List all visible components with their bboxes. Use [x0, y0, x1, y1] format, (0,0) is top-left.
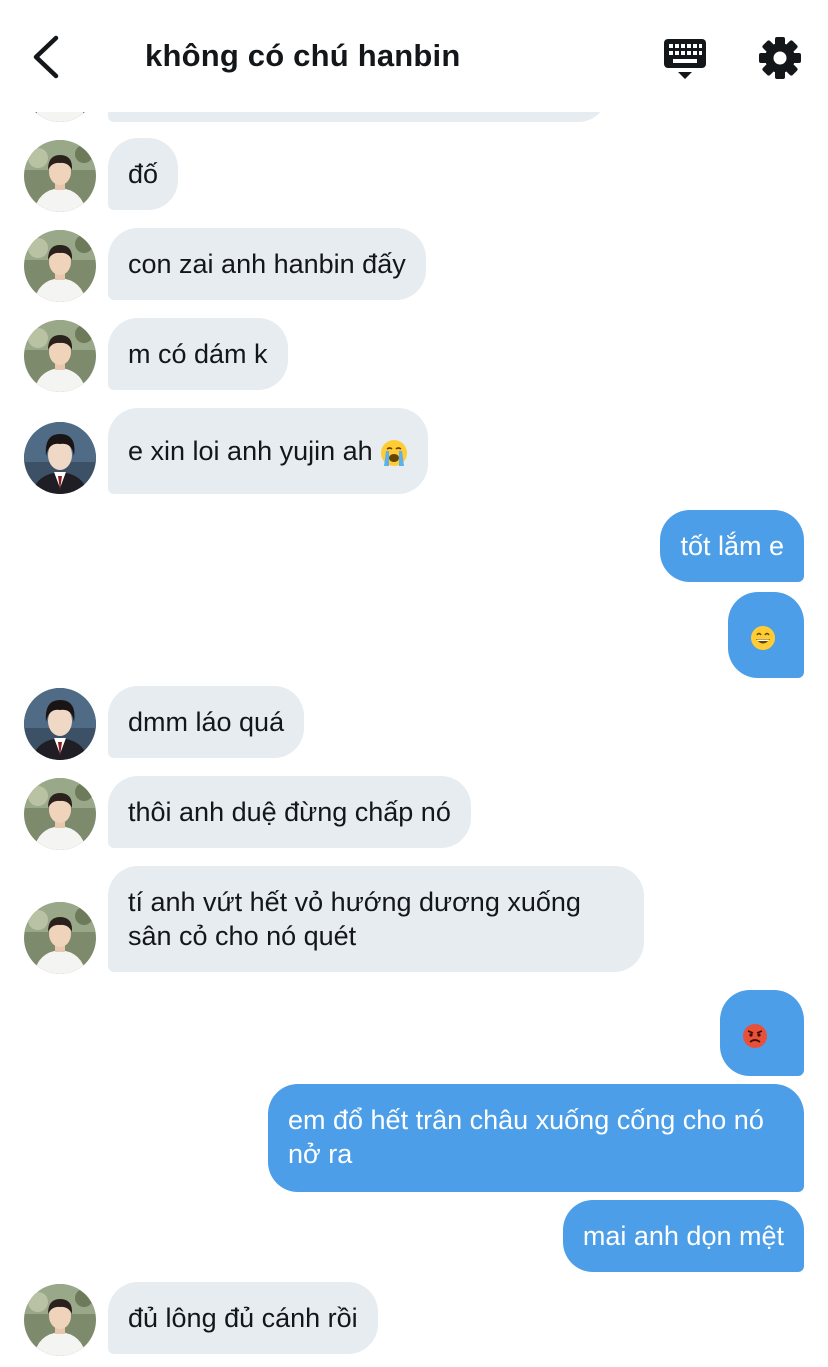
message-bubble[interactable]: em đổ hết trân châu xuống cống cho nó nở…: [268, 1084, 804, 1192]
message-text: đủ lông đủ cánh rồi: [128, 1303, 358, 1333]
message-text: mai anh dọn mệt: [582, 1221, 784, 1251]
chat-header: không có chú hanbin: [0, 0, 828, 112]
message-text: con zai anh hanbin đấy: [128, 249, 406, 279]
avatar[interactable]: [24, 422, 96, 494]
conversation-title: không có chú hanbin: [145, 38, 461, 73]
message-bubble[interactable]: thôi anh duệ đừng chấp nó: [108, 776, 471, 848]
avatar[interactable]: [24, 230, 96, 302]
message-bubble[interactable]: đủ lông đủ cánh rồi: [108, 1282, 378, 1354]
keyboard-button[interactable]: [662, 38, 708, 80]
keyboard-icon: [664, 39, 706, 79]
gear-icon: [759, 37, 801, 79]
chevron-left-icon: [33, 35, 59, 79]
message-bubble[interactable]: [720, 990, 804, 1076]
message-text: thôi anh duệ đừng chấp nó: [128, 797, 451, 827]
message-text: e xin loi anh yujin ah: [128, 436, 373, 466]
message-bubble[interactable]: e xin loi anh yujin ah: [108, 408, 429, 494]
avatar[interactable]: [24, 902, 96, 974]
message-text: tí anh vứt hết vỏ hướng dương xuống sân …: [128, 887, 581, 951]
avatar[interactable]: [24, 1284, 96, 1356]
message-bubble[interactable]: tí anh vứt hết vỏ hướng dương xuống sân …: [108, 866, 644, 972]
message-bubble[interactable]: dmm láo quá: [108, 686, 305, 758]
message-bubble[interactable]: m có dám k: [108, 318, 288, 390]
avatar[interactable]: [24, 688, 96, 760]
message-bubble[interactable]: mai anh dọn mệt: [562, 1200, 804, 1272]
message-text: tốt lắm e: [680, 531, 784, 561]
avatar[interactable]: [24, 778, 96, 850]
message-bubble[interactable]: [728, 592, 804, 678]
message-text: m có dám k: [128, 339, 268, 369]
message-bubble[interactable]: con zai anh hanbin đấy: [108, 228, 426, 300]
message-bubble[interactable]: tốt lắm e: [660, 510, 804, 582]
loudly-crying-face-emoji: [381, 439, 408, 466]
angry-face-emoji: [743, 1024, 767, 1048]
message-text: dmm láo quá: [128, 707, 285, 737]
settings-button[interactable]: [758, 36, 802, 80]
back-button[interactable]: [28, 34, 68, 80]
message-text: đố: [128, 159, 159, 189]
message-bubble[interactable]: đố: [108, 138, 179, 210]
grinning-face-emoji: [751, 626, 775, 650]
avatar[interactable]: [24, 320, 96, 392]
message-text: em đổ hết trân châu xuống cống cho nó nở…: [288, 1105, 764, 1169]
avatar[interactable]: [24, 140, 96, 212]
